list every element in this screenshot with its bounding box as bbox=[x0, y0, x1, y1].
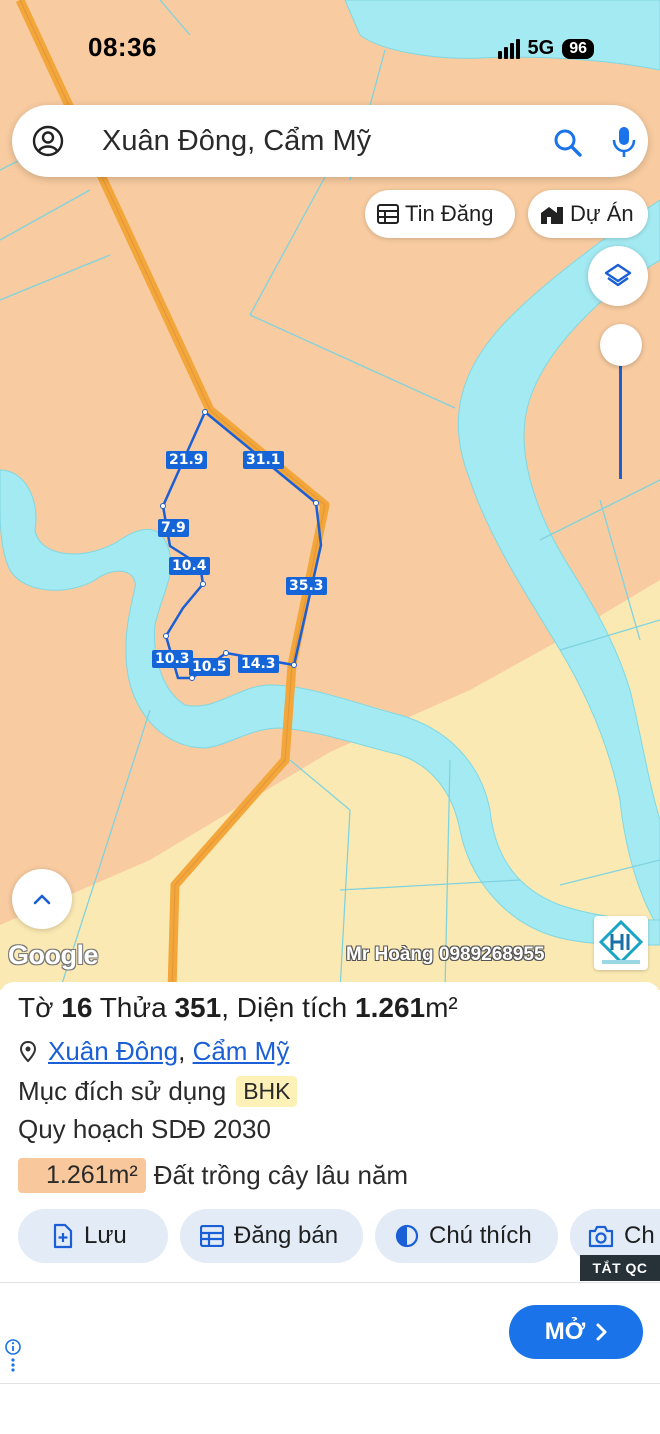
battery-level: 96 bbox=[562, 38, 594, 59]
watermark-text: Mr Hoàng 0989268955 bbox=[346, 944, 545, 965]
plan-type-text: Đất trồng cây lâu năm bbox=[153, 1160, 409, 1190]
sheet-number: 16 bbox=[61, 992, 93, 1023]
table-icon bbox=[200, 1225, 224, 1247]
open-ad-label: MỞ bbox=[544, 1318, 586, 1345]
edge-length-label: 31.1 bbox=[243, 451, 284, 469]
opacity-slider-thumb[interactable] bbox=[600, 324, 642, 366]
status-indicators: 5G 96 bbox=[497, 37, 594, 60]
commune-link[interactable]: Xuân Đông bbox=[48, 1036, 178, 1067]
planning-label: Quy hoạch SDĐ 2030 bbox=[18, 1114, 271, 1144]
listings-chip[interactable]: Tin Đăng bbox=[365, 190, 515, 238]
chevron-right-icon bbox=[596, 1323, 607, 1341]
lot-number: 351 bbox=[174, 992, 222, 1023]
legend-button[interactable]: Chú thích bbox=[375, 1209, 558, 1263]
brand-logo bbox=[594, 916, 648, 970]
open-ad-button[interactable]: MỞ bbox=[509, 1305, 643, 1359]
add-file-icon bbox=[53, 1223, 73, 1249]
edge-length-label: 10.4 bbox=[169, 557, 210, 575]
parcel-title: Tờ 16 Thửa 351, Diện tích 1.261m² bbox=[18, 992, 458, 1024]
listings-chip-label: Tin Đăng bbox=[405, 201, 494, 226]
edge-length-label: 10.3 bbox=[152, 650, 193, 668]
edge-length-label: 14.3 bbox=[238, 655, 279, 673]
usage-label: Mục đích sử dụng bbox=[18, 1076, 227, 1106]
post-sale-label: Đăng bán bbox=[234, 1222, 339, 1249]
location-pin-icon bbox=[19, 1040, 37, 1062]
usage-code-badge: BHK bbox=[236, 1076, 298, 1107]
projects-chip-label: Dự Án bbox=[570, 201, 634, 226]
map-view[interactable]: 21.9 31.1 7.9 10.4 35.3 10.3 10.5 14.3 0… bbox=[0, 0, 660, 990]
legend-label: Chú thích bbox=[429, 1222, 532, 1249]
sheet-label: Tờ bbox=[18, 992, 54, 1023]
edge-length-label: 21.9 bbox=[166, 451, 207, 469]
edge-length-label: 10.5 bbox=[189, 658, 230, 676]
table-icon bbox=[377, 204, 399, 224]
save-button[interactable]: Lưu bbox=[18, 1209, 168, 1263]
camera-icon bbox=[588, 1225, 614, 1248]
lot-label: Thửa bbox=[99, 992, 167, 1023]
signal-icon bbox=[497, 38, 520, 59]
planning-row: 1.261m² Đất trồng cây lâu năm bbox=[18, 1158, 408, 1193]
mic-icon[interactable] bbox=[610, 125, 638, 159]
area-unit: m² bbox=[425, 992, 458, 1023]
network-type: 5G bbox=[527, 37, 555, 59]
building-icon bbox=[541, 207, 563, 224]
capture-label: Ch bbox=[624, 1222, 655, 1249]
plan-area-badge: 1.261m² bbox=[18, 1158, 146, 1193]
layers-button[interactable] bbox=[588, 246, 648, 306]
status-time: 08:36 bbox=[88, 32, 157, 62]
bottom-safe-area bbox=[0, 1385, 660, 1434]
hide-ads-button[interactable]: TẮT QC bbox=[580, 1255, 660, 1281]
contrast-icon bbox=[395, 1224, 419, 1248]
location-separator: , bbox=[178, 1036, 193, 1066]
account-icon[interactable] bbox=[32, 125, 64, 157]
save-label: Lưu bbox=[84, 1222, 127, 1249]
search-icon[interactable] bbox=[552, 127, 584, 159]
search-bar[interactable]: Xuân Đông, Cẩm Mỹ bbox=[12, 105, 648, 177]
ad-info-icon[interactable] bbox=[4, 1338, 22, 1378]
projects-chip[interactable]: Dự Án bbox=[528, 190, 648, 238]
layers-icon bbox=[604, 263, 632, 287]
parcel-location: Xuân Đông, Cẩm Mỹ bbox=[18, 1036, 289, 1067]
edge-length-label: 7.9 bbox=[158, 519, 189, 537]
search-input[interactable]: Xuân Đông, Cẩm Mỹ bbox=[102, 125, 371, 158]
chevron-up-icon bbox=[33, 894, 51, 905]
area-label: , Diện tích bbox=[221, 992, 348, 1023]
district-link[interactable]: Cẩm Mỹ bbox=[193, 1036, 290, 1067]
google-logo: Google bbox=[8, 940, 99, 970]
area-value: 1.261 bbox=[355, 992, 426, 1023]
edge-length-label: 35.3 bbox=[286, 577, 327, 595]
usage-row: Mục đích sử dụng BHK bbox=[18, 1076, 298, 1107]
expand-sheet-button[interactable] bbox=[12, 869, 72, 929]
action-bar: Lưu Đăng bán Chú thích Ch bbox=[18, 1209, 660, 1263]
post-sale-button[interactable]: Đăng bán bbox=[180, 1209, 363, 1263]
